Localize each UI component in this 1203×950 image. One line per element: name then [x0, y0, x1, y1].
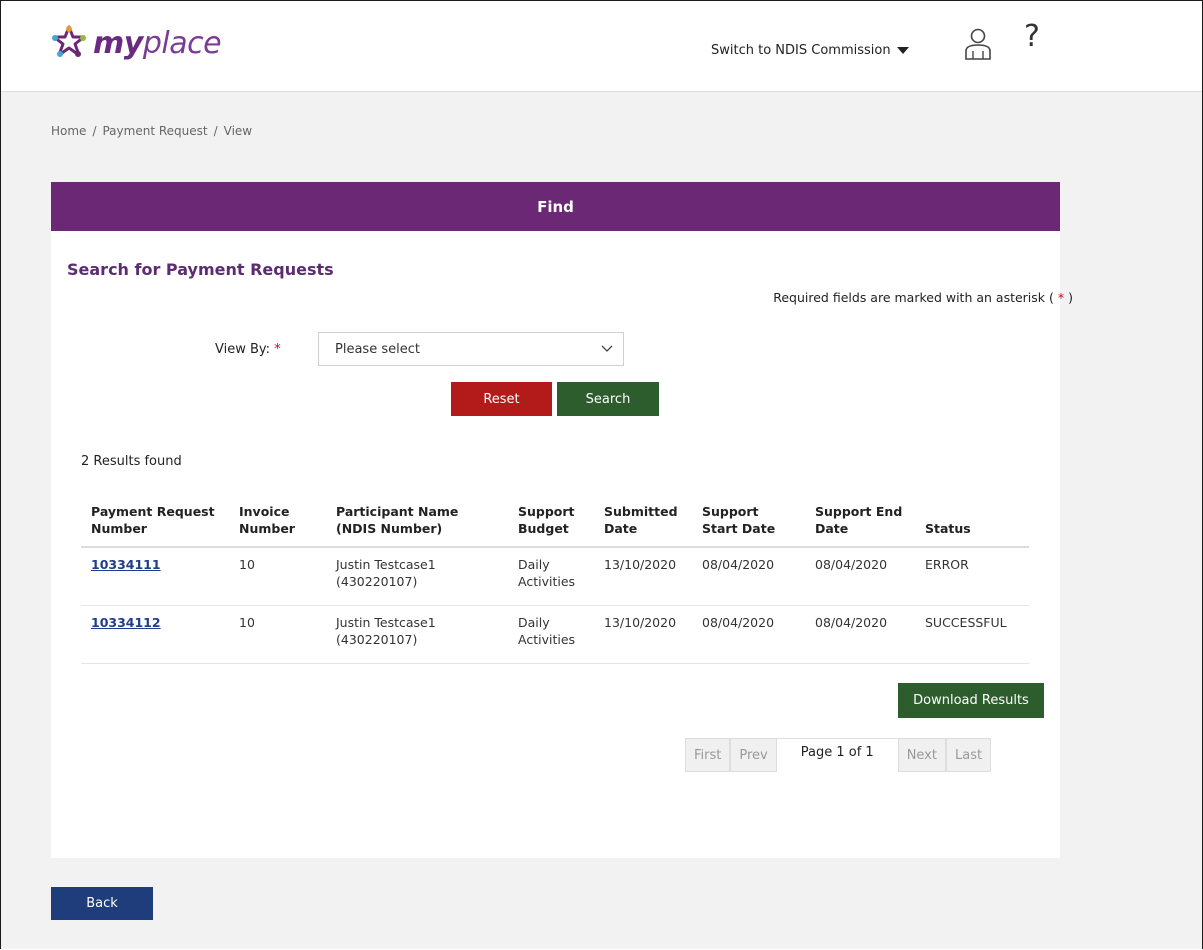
view-by-select[interactable]: Please select — [318, 332, 624, 366]
breadcrumb-home[interactable]: Home — [51, 124, 86, 138]
cell-payment-request-number: 10334112 — [81, 605, 229, 664]
cell-status: SUCCESSFUL — [915, 605, 1029, 664]
table-row: 10334111 10 Justin Testcase1 (430220107)… — [81, 547, 1029, 606]
col-header-payment-request-number[interactable]: Payment Request Number — [81, 497, 229, 548]
cell-support-start-date: 08/04/2020 — [692, 605, 805, 664]
logo-text-light: place — [142, 25, 222, 61]
cell-submitted-date: 13/10/2020 — [594, 605, 692, 664]
col-header-support-budget[interactable]: Support Budget — [508, 497, 594, 548]
chevron-down-icon — [601, 345, 613, 352]
pager-last-button[interactable]: Last — [945, 738, 992, 772]
logo-wordmark: myplace — [93, 25, 222, 61]
cell-support-end-date: 08/04/2020 — [805, 605, 915, 664]
breadcrumb: Home / Payment Request / View — [51, 124, 252, 138]
myplace-star-icon — [52, 25, 86, 57]
caret-down-icon — [896, 47, 909, 54]
find-panel: Find Search for Payment Requests Require… — [51, 182, 1073, 858]
payment-request-link[interactable]: 10334112 — [91, 615, 161, 630]
help-icon[interactable]: ? — [1024, 19, 1040, 54]
table-header-row: Payment Request Number Invoice Number Pa… — [81, 497, 1029, 548]
switch-commission-label: Switch to NDIS Commission — [711, 43, 891, 58]
pager-next-button[interactable]: Next — [897, 738, 946, 772]
cell-support-budget: Daily Activities — [508, 547, 594, 606]
view-by-value: Please select — [335, 341, 420, 357]
pager-page-info: Page 1 of 1 — [776, 738, 898, 773]
cell-support-end-date: 08/04/2020 — [805, 547, 915, 606]
pager-first-button[interactable]: First — [685, 738, 731, 772]
table-row: 10334112 10 Justin Testcase1 (430220107)… — [81, 605, 1029, 664]
back-button[interactable]: Back — [51, 887, 153, 920]
top-bar: myplace Switch to NDIS Commission ? — [1, 1, 1202, 92]
search-button[interactable]: Search — [557, 382, 659, 416]
breadcrumb-payment-request[interactable]: Payment Request — [102, 124, 207, 138]
reset-button[interactable]: Reset — [451, 382, 552, 416]
cell-participant-name: Justin Testcase1 (430220107) — [326, 605, 508, 664]
col-header-submitted-date[interactable]: Submitted Date — [594, 497, 692, 548]
app-window: myplace Switch to NDIS Commission ? Home… — [0, 0, 1203, 949]
breadcrumb-view: View — [223, 124, 253, 138]
required-note-suffix: ) — [1068, 290, 1073, 305]
cell-participant-name: Justin Testcase1 (430220107) — [326, 547, 508, 606]
cell-support-budget: Daily Activities — [508, 605, 594, 664]
view-by-label: View By: * — [215, 342, 281, 357]
required-note-prefix: Required fields are marked with an aster… — [773, 290, 1054, 305]
section-title: Search for Payment Requests — [67, 260, 334, 279]
switch-commission-menu[interactable]: Switch to NDIS Commission — [711, 43, 909, 58]
col-header-participant-name[interactable]: Participant Name (NDIS Number) — [326, 497, 508, 548]
payment-request-link[interactable]: 10334111 — [91, 557, 161, 572]
pagination: First Prev Page 1 of 1 Next Last — [685, 738, 992, 773]
required-star: * — [274, 342, 281, 357]
col-header-invoice-number[interactable]: Invoice Number — [229, 497, 326, 548]
panel-title: Find — [51, 182, 1060, 231]
col-header-status[interactable]: Status — [915, 497, 1029, 548]
cell-payment-request-number: 10334111 — [81, 547, 229, 606]
cell-status: ERROR — [915, 547, 1029, 606]
cell-invoice-number: 10 — [229, 605, 326, 664]
cell-invoice-number: 10 — [229, 547, 326, 606]
required-note-star: * — [1057, 290, 1065, 305]
download-results-button[interactable]: Download Results — [898, 683, 1044, 718]
pager-prev-button[interactable]: Prev — [730, 738, 777, 772]
col-header-support-start-date[interactable]: Support Start Date — [692, 497, 805, 548]
view-by-label-text: View By: — [215, 342, 271, 357]
results-count: 2 Results found — [81, 454, 182, 469]
myplace-logo[interactable]: myplace — [49, 18, 222, 68]
results-table: Payment Request Number Invoice Number Pa… — [81, 497, 1029, 664]
required-fields-note: Required fields are marked with an aster… — [773, 290, 1073, 305]
cell-submitted-date: 13/10/2020 — [594, 547, 692, 606]
breadcrumb-separator: / — [92, 124, 97, 138]
breadcrumb-separator: / — [213, 124, 218, 138]
logo-text-bold: my — [93, 25, 143, 61]
col-header-support-end-date[interactable]: Support End Date — [805, 497, 915, 548]
user-profile-icon[interactable] — [964, 27, 992, 61]
cell-support-start-date: 08/04/2020 — [692, 547, 805, 606]
